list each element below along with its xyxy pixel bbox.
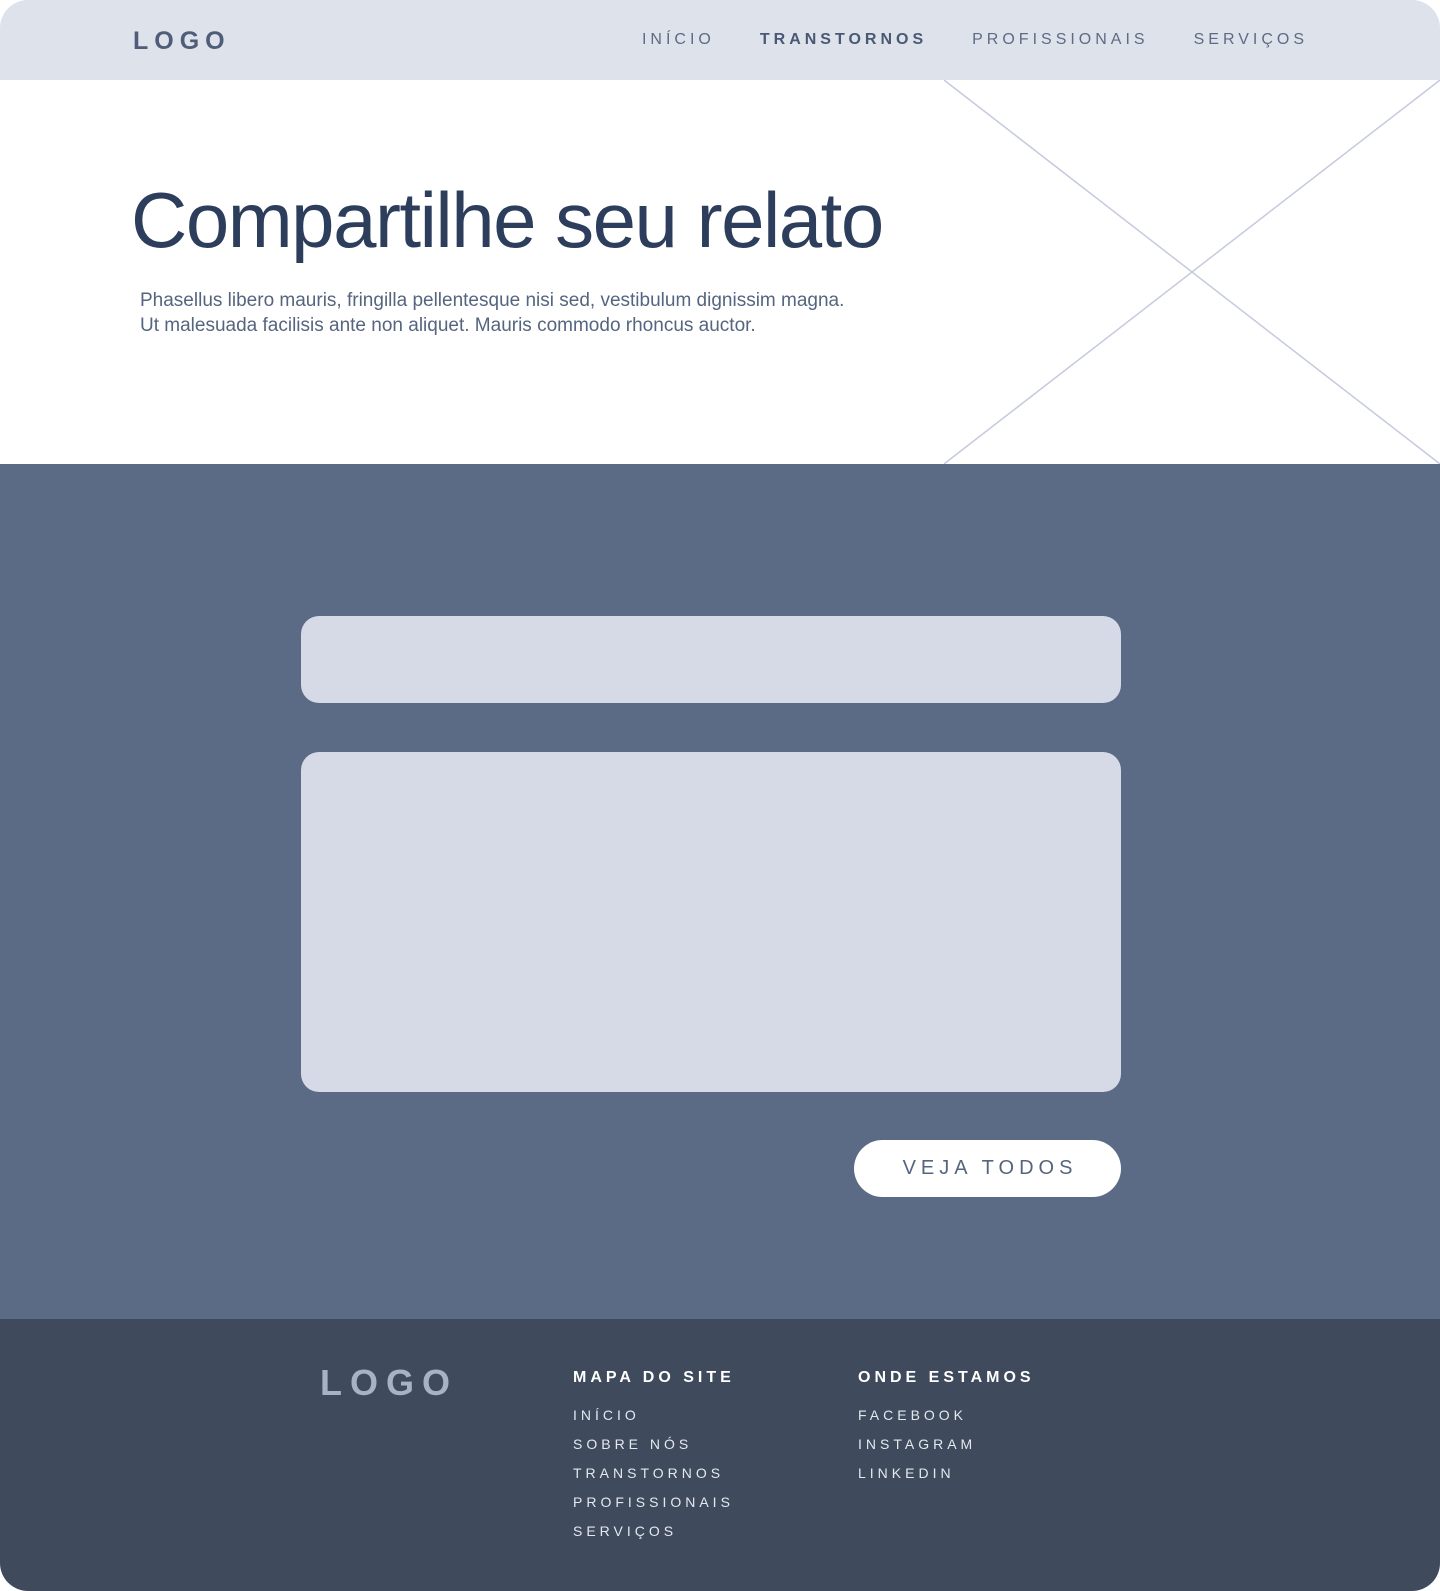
page-title: Compartilhe seu relato [131,176,884,264]
footer-link-transtornos[interactable]: TRANSTORNOS [573,1465,724,1481]
view-all-button[interactable]: VEJA TODOS [854,1140,1121,1197]
name-input[interactable] [301,616,1121,703]
footer-link-sobre-nos[interactable]: SOBRE NÓS [573,1436,692,1452]
hero-description-line-2: Ut malesuada facilisis ante non aliquet.… [140,315,756,336]
nav-link-transtornos[interactable]: TRANSTORNOS [760,28,927,52]
image-placeholder-icon [944,80,1440,464]
footer-link-linkedin[interactable]: LINKEDIN [858,1465,955,1481]
nav-link-inicio[interactable]: INÍCIO [642,28,715,52]
nav-link-servicos[interactable]: SERVIÇOS [1194,28,1308,52]
page: LOGO INÍCIO TRANSTORNOS PROFISSIONAIS SE… [0,0,1440,1591]
navbar: LOGO INÍCIO TRANSTORNOS PROFISSIONAIS SE… [0,0,1440,80]
footer-where: ONDE ESTAMOS FACEBOOK INSTAGRAM LINKEDIN [858,1367,1035,1493]
nav-logo[interactable]: LOGO [133,26,231,56]
footer-where-heading: ONDE ESTAMOS [858,1369,1035,1386]
footer: LOGO MAPA DO SITE INÍCIO SOBRE NÓS TRANS… [0,1319,1440,1591]
footer-link-profissionais[interactable]: PROFISSIONAIS [573,1494,734,1510]
message-textarea[interactable] [301,752,1121,1092]
footer-sitemap: MAPA DO SITE INÍCIO SOBRE NÓS TRANSTORNO… [573,1367,735,1551]
footer-logo[interactable]: LOGO [320,1363,458,1403]
story-form-section: VEJA TODOS [0,464,1440,1319]
footer-link-facebook[interactable]: FACEBOOK [858,1407,967,1423]
nav-links: INÍCIO TRANSTORNOS PROFISSIONAIS SERVIÇO… [597,28,1308,52]
footer-link-instagram[interactable]: INSTAGRAM [858,1436,976,1452]
hero-section: Compartilhe seu relato Phasellus libero … [0,80,1440,464]
footer-where-list: FACEBOOK INSTAGRAM LINKEDIN [858,1406,1035,1483]
footer-sitemap-heading: MAPA DO SITE [573,1369,735,1386]
footer-link-inicio[interactable]: INÍCIO [573,1407,640,1423]
footer-link-servicos[interactable]: SERVIÇOS [573,1523,677,1539]
hero-description: Phasellus libero mauris, fringilla pelle… [140,288,930,338]
nav-link-profissionais[interactable]: PROFISSIONAIS [972,28,1148,52]
hero-description-line-1: Phasellus libero mauris, fringilla pelle… [140,290,845,311]
footer-sitemap-list: INÍCIO SOBRE NÓS TRANSTORNOS PROFISSIONA… [573,1406,735,1541]
